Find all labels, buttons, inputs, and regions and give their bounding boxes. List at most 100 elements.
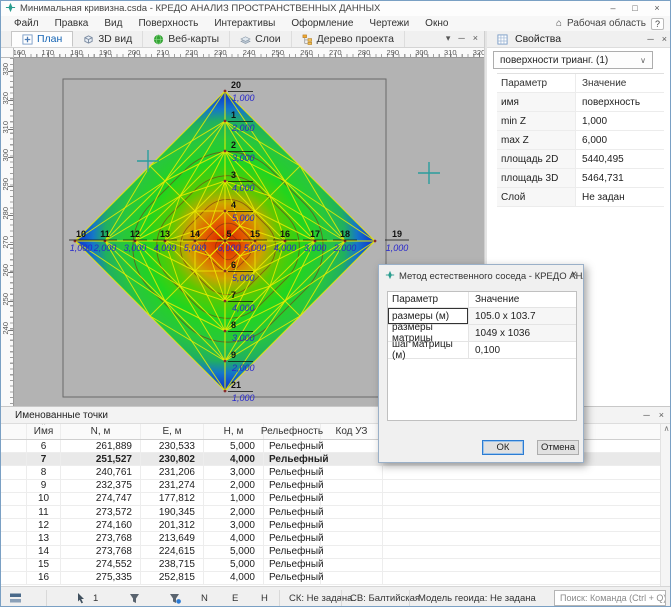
column-header[interactable]: E, м — [141, 424, 204, 439]
ok-button[interactable]: ОК — [482, 440, 524, 455]
column-header[interactable]: H, м — [204, 424, 264, 439]
properties-grid-icon — [497, 34, 508, 48]
ruler-label: 330 — [1, 63, 10, 76]
crs-status[interactable]: СК: Не задана — [289, 587, 352, 607]
scroll-up-icon[interactable]: ∧ — [664, 424, 670, 433]
tab-layers[interactable]: Слои — [230, 31, 292, 47]
tab-label: План — [37, 33, 62, 45]
minimize-window-button[interactable]: – — [602, 1, 624, 15]
dialog-parameter-row[interactable]: шаг матрицы (м)0,100 — [388, 342, 576, 359]
help-icon[interactable]: ? — [651, 18, 664, 30]
tabstrip-minimize-icon[interactable]: ─ — [458, 33, 464, 44]
points-panel-minimize-icon[interactable]: ─ — [643, 410, 649, 420]
dialog-title-bar[interactable]: Метод естественного соседа - КРЕДО АНАЛИ… — [379, 265, 583, 287]
point-row[interactable]: 15274,552238,7155,000Рельефный — [1, 559, 660, 572]
tabstrip-close-icon[interactable]: × — [473, 33, 478, 44]
svg-text:9: 9 — [231, 350, 236, 360]
menu-item-file[interactable]: Файл — [6, 18, 47, 29]
object-selector-dropdown[interactable]: поверхности трианг. (1) ∨ — [493, 51, 653, 69]
column-header[interactable]: Код УЗ — [321, 424, 383, 439]
menu-item-edit[interactable]: Правка — [47, 18, 97, 29]
tab-project-tree[interactable]: Дерево проекта — [292, 31, 405, 47]
svg-text:2: 2 — [231, 140, 236, 150]
ruler-label: 300 — [1, 149, 10, 162]
tab-web-maps[interactable]: Веб-карты — [143, 31, 230, 47]
menu-item-window[interactable]: Окно — [417, 18, 456, 29]
properties-close-icon[interactable]: × — [662, 34, 667, 44]
svg-text:2,000: 2,000 — [231, 123, 255, 133]
report-icon[interactable] — [9, 587, 22, 607]
coord-label-h: H — [261, 587, 268, 607]
command-search-input[interactable]: Поиск: Команда (Ctrl + Q) — [554, 590, 666, 606]
svg-text:19: 19 — [392, 229, 402, 239]
property-row[interactable]: СлойНе задан — [497, 188, 664, 207]
tab-label: Дерево проекта — [317, 33, 394, 45]
map-point-19: 191,000 — [374, 229, 409, 253]
svg-text:4,000: 4,000 — [232, 183, 255, 193]
svg-text:3,000: 3,000 — [232, 333, 255, 343]
svg-text:1,000: 1,000 — [232, 93, 255, 103]
select-cursor-icon[interactable] — [76, 587, 86, 607]
svg-text:4: 4 — [231, 200, 236, 210]
title-bar: Минимальная кривизна.csda - КРЕДО АНАЛИЗ… — [1, 1, 670, 16]
workspace-home-icon[interactable]: ⌂ — [556, 18, 562, 29]
svg-text:6,000: 6,000 — [218, 243, 241, 253]
svg-text:5,000: 5,000 — [184, 243, 207, 253]
tab-3d-view[interactable]: 3D вид — [73, 31, 143, 47]
column-header[interactable]: Рельефность — [264, 424, 321, 439]
window-title: Минимальная кривизна.csda - КРЕДО АНАЛИЗ… — [20, 3, 380, 14]
property-row[interactable]: имяповерхность — [497, 93, 664, 112]
svg-text:8: 8 — [231, 320, 236, 330]
point-row[interactable]: 10274,747177,8121,000Рельефный — [1, 493, 660, 506]
svg-text:21: 21 — [231, 380, 241, 390]
properties-title: Свойства — [515, 33, 561, 45]
filter-active-icon[interactable] — [169, 587, 181, 607]
property-row[interactable]: площадь 3D5464,731 — [497, 169, 664, 188]
tab-plan[interactable]: План — [11, 31, 73, 47]
tabstrip-dropdown-icon[interactable]: ▾ — [446, 33, 451, 44]
filter-icon[interactable] — [129, 587, 140, 607]
menu-item-styling[interactable]: Оформление — [283, 18, 361, 29]
svg-text:15: 15 — [250, 229, 260, 239]
svg-text:5,000: 5,000 — [232, 273, 255, 283]
svg-text:20: 20 — [231, 80, 241, 90]
property-row[interactable]: min Z1,000 — [497, 112, 664, 131]
points-table-scrollbar[interactable]: ∧ — [660, 424, 671, 587]
point-row[interactable]: 16275,335252,8154,000Рельефный — [1, 572, 660, 585]
point-row[interactable]: 8240,761231,2063,000Рельефный — [1, 466, 660, 479]
tab-label: 3D вид — [98, 33, 132, 45]
point-row[interactable]: 9232,375231,2742,000Рельефный — [1, 480, 660, 493]
cancel-button[interactable]: Отмена — [537, 440, 579, 455]
point-row[interactable]: 11273,572190,3452,000Рельефный — [1, 506, 660, 519]
svg-text:1,000: 1,000 — [232, 393, 255, 403]
menu-item-interactives[interactable]: Интерактивы — [206, 18, 283, 29]
point-row[interactable]: 13273,768213,6494,000Рельефный — [1, 532, 660, 545]
property-row[interactable]: площадь 2D5440,495 — [497, 150, 664, 169]
point-row[interactable]: 12274,160201,3123,000Рельефный — [1, 519, 660, 532]
selection-count: 1 — [93, 587, 98, 607]
points-panel-close-icon[interactable]: × — [659, 410, 664, 420]
svg-text:6: 6 — [231, 260, 236, 270]
workspace-label[interactable]: Рабочая область — [567, 18, 646, 29]
column-header[interactable]: ^Имя — [27, 424, 61, 439]
menu-item-surface[interactable]: Поверхность — [130, 18, 206, 29]
svg-text:13: 13 — [160, 229, 170, 239]
properties-minimize-icon[interactable]: ─ — [647, 34, 653, 44]
named-points-title: Именованные точки — [15, 410, 108, 421]
point-row[interactable]: 14273,768224,6155,000Рельефный — [1, 546, 660, 559]
svg-text:2,000: 2,000 — [93, 243, 117, 253]
svg-text:3,000: 3,000 — [232, 153, 255, 163]
menu-item-view[interactable]: Вид — [96, 18, 130, 29]
property-row[interactable]: max Z6,000 — [497, 131, 664, 150]
web-maps-icon — [153, 34, 164, 45]
dialog-close-icon[interactable]: × — [571, 269, 577, 280]
ruler-corner — [1, 48, 14, 58]
close-window-button[interactable]: × — [646, 1, 668, 15]
menu-item-drawings[interactable]: Чертежи — [361, 18, 417, 29]
geoid-status[interactable]: Модель геоида: Не задана — [418, 587, 536, 607]
maximize-window-button[interactable]: □ — [624, 1, 646, 15]
ruler-label: 290 — [1, 178, 10, 191]
dialog-logo-icon — [385, 270, 395, 283]
column-header[interactable]: N, м — [61, 424, 141, 439]
ruler-label: 310 — [1, 121, 10, 134]
